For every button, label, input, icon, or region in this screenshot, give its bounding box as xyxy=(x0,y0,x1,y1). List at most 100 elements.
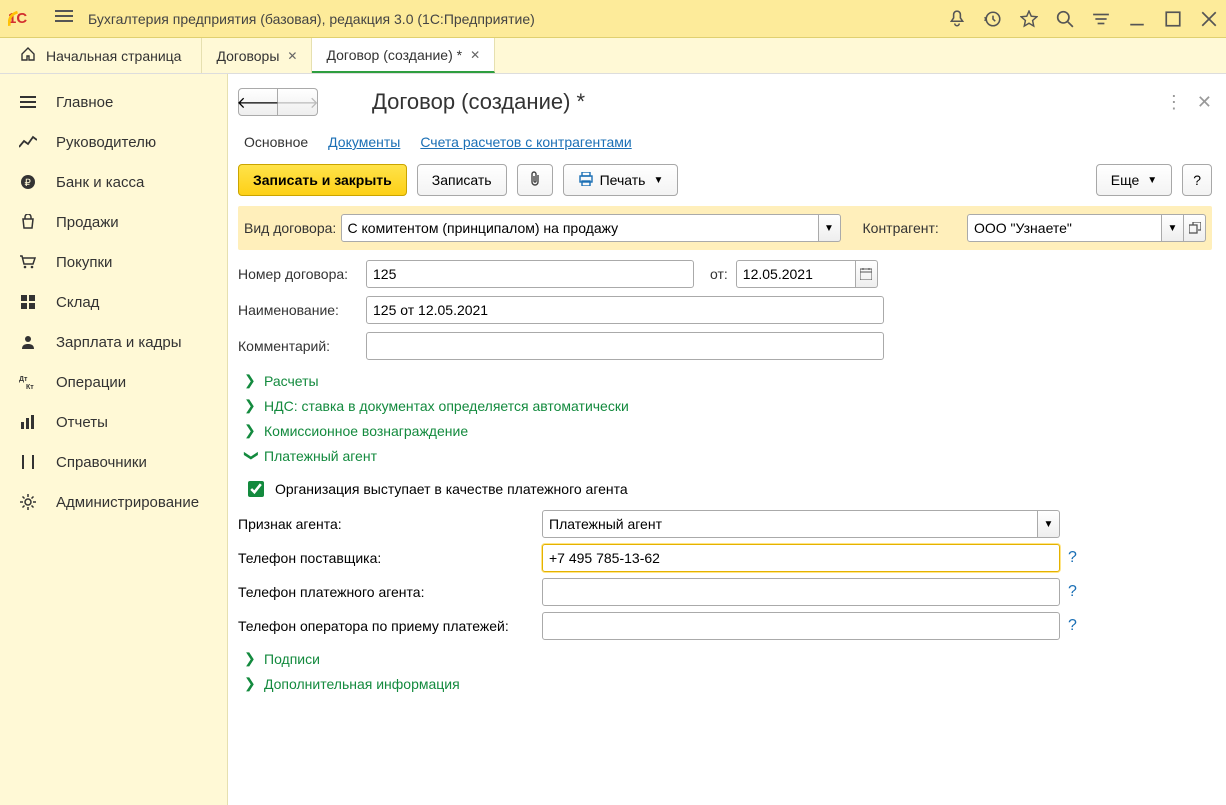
cart-icon xyxy=(18,252,38,272)
tab-contracts-label: Договоры xyxy=(216,48,279,64)
agent-phone-input[interactable] xyxy=(542,578,1060,606)
row-supplier-phone: Телефон поставщика: ? xyxy=(238,544,1212,572)
label-name: Наименование: xyxy=(238,302,366,318)
save-close-button[interactable]: Записать и закрыть xyxy=(238,164,407,196)
row-contract-type: Вид договора: ▼ Контрагент: ▼ xyxy=(238,206,1212,250)
maximize-icon[interactable] xyxy=(1164,10,1182,28)
calendar-icon[interactable] xyxy=(856,260,878,288)
tab-home-label: Начальная страница xyxy=(46,48,181,64)
subtabs: Основное Документы Счета расчетов с конт… xyxy=(238,128,1212,164)
subtab-accounts[interactable]: Счета расчетов с контрагентами xyxy=(420,134,631,150)
tab-contracts[interactable]: Договоры ✕ xyxy=(202,38,312,73)
chevron-down-icon[interactable]: ▼ xyxy=(1162,214,1184,242)
expander-settlements[interactable]: ❯Расчеты xyxy=(238,368,1212,393)
expander-vat[interactable]: ❯НДС: ставка в документах определяется а… xyxy=(238,393,1212,418)
payment-agent-checkbox[interactable] xyxy=(248,481,264,497)
bag-icon xyxy=(18,212,38,232)
counterparty-input[interactable] xyxy=(967,214,1162,242)
sidebar-item-hr[interactable]: Зарплата и кадры xyxy=(0,322,227,362)
app-title: Бухгалтерия предприятия (базовая), редак… xyxy=(88,11,948,27)
sidebar-item-label: Руководителю xyxy=(56,134,156,151)
chevron-down-icon: ▼ xyxy=(1147,175,1157,186)
print-button[interactable]: Печать▼ xyxy=(563,164,679,196)
svg-text:Дт: Дт xyxy=(19,376,28,383)
label-operator-phone: Телефон оператора по приему платежей: xyxy=(238,618,542,634)
operator-phone-input[interactable] xyxy=(542,612,1060,640)
contract-type-select[interactable] xyxy=(341,214,819,242)
book-icon xyxy=(18,452,38,472)
sidebar-item-main[interactable]: Главное xyxy=(0,82,227,122)
chevron-right-icon: ❯ xyxy=(244,675,256,692)
sidebar-item-sales[interactable]: Продажи xyxy=(0,202,227,242)
help-icon[interactable]: ? xyxy=(1068,549,1077,567)
chevron-down-icon[interactable]: ▼ xyxy=(1038,510,1060,538)
expander-commission[interactable]: ❯Комиссионное вознаграждение xyxy=(238,418,1212,443)
minimize-icon[interactable] xyxy=(1128,10,1146,28)
close-window-icon[interactable] xyxy=(1200,10,1218,28)
open-icon[interactable] xyxy=(1184,214,1206,242)
help-icon[interactable]: ? xyxy=(1068,617,1077,635)
bell-icon[interactable] xyxy=(948,10,966,28)
close-icon[interactable]: ✕ xyxy=(470,48,480,62)
label-agent-sign: Признак агента: xyxy=(238,516,542,532)
tabs-bar: Начальная страница Договоры ✕ Договор (с… xyxy=(0,38,1226,74)
label-from: от: xyxy=(710,266,728,282)
sidebar-item-label: Зарплата и кадры xyxy=(56,334,182,351)
bars-icon xyxy=(18,412,38,432)
nav-back-button[interactable]: 🡐 xyxy=(238,88,278,116)
subtab-main[interactable]: Основное xyxy=(244,134,308,150)
help-icon[interactable]: ? xyxy=(1068,583,1077,601)
agent-sign-select[interactable] xyxy=(542,510,1038,538)
chevron-down-icon: ▼ xyxy=(653,175,663,186)
expander-label: Платежный агент xyxy=(264,448,377,464)
expander-signatures[interactable]: ❯Подписи xyxy=(238,646,1212,671)
sidebar-item-manager[interactable]: Руководителю xyxy=(0,122,227,162)
comment-input[interactable] xyxy=(366,332,884,360)
row-agent-phone: Телефон платежного агента: ? xyxy=(238,578,1212,606)
expander-extra[interactable]: ❯Дополнительная информация xyxy=(238,671,1212,696)
header-actions: ⋮ ✕ xyxy=(1165,92,1212,113)
sidebar-item-dictionaries[interactable]: Справочники xyxy=(0,442,227,482)
contract-name-input[interactable] xyxy=(366,296,884,324)
nav-forward-button[interactable]: 🡒 xyxy=(278,88,318,116)
close-icon[interactable]: ✕ xyxy=(1197,92,1212,113)
row-operator-phone: Телефон оператора по приему платежей: ? xyxy=(238,612,1212,640)
filter-icon[interactable] xyxy=(1092,10,1110,28)
contract-date-input[interactable] xyxy=(736,260,856,288)
attach-button[interactable] xyxy=(517,164,553,196)
star-icon[interactable] xyxy=(1020,10,1038,28)
tab-contract-create[interactable]: Договор (создание) * ✕ xyxy=(312,38,495,73)
close-icon[interactable]: ✕ xyxy=(287,49,297,63)
tab-home[interactable]: Начальная страница xyxy=(0,38,202,73)
row-name: Наименование: xyxy=(238,296,1212,324)
tab-contract-create-label: Договор (создание) * xyxy=(326,47,462,63)
chevron-down-icon[interactable]: ▼ xyxy=(819,214,841,242)
sidebar-item-warehouse[interactable]: Склад xyxy=(0,282,227,322)
expander-payment-agent[interactable]: ❮Платежный агент xyxy=(238,443,1212,468)
sidebar-item-label: Администрирование xyxy=(56,494,199,511)
chevron-right-icon: ❯ xyxy=(244,397,256,414)
help-button[interactable]: ? xyxy=(1182,164,1212,196)
row-checkbox-payment-agent: Организация выступает в качестве платежн… xyxy=(238,474,1212,504)
sidebar-item-admin[interactable]: Администрирование xyxy=(0,482,227,522)
boxes-icon xyxy=(18,292,38,312)
sidebar-item-label: Покупки xyxy=(56,254,112,271)
expander-label: Подписи xyxy=(264,651,320,667)
sidebar-item-bank[interactable]: ₽Банк и касса xyxy=(0,162,227,202)
sidebar-item-operations[interactable]: ДтКтОперации xyxy=(0,362,227,402)
search-icon[interactable] xyxy=(1056,10,1074,28)
subtab-docs[interactable]: Документы xyxy=(328,134,400,150)
clip-icon xyxy=(528,171,542,190)
home-icon xyxy=(20,46,36,65)
kebab-icon[interactable]: ⋮ xyxy=(1165,92,1183,113)
contract-number-input[interactable] xyxy=(366,260,694,288)
sidebar-item-reports[interactable]: Отчеты xyxy=(0,402,227,442)
sidebar-item-purchases[interactable]: Покупки xyxy=(0,242,227,282)
label-contract-type: Вид договора: xyxy=(244,220,341,236)
hamburger-icon[interactable] xyxy=(50,9,78,28)
history-icon[interactable] xyxy=(984,10,1002,28)
save-button[interactable]: Записать xyxy=(417,164,507,196)
more-button[interactable]: Еще▼ xyxy=(1096,164,1172,196)
supplier-phone-input[interactable] xyxy=(542,544,1060,572)
sidebar-item-label: Операции xyxy=(56,374,126,391)
